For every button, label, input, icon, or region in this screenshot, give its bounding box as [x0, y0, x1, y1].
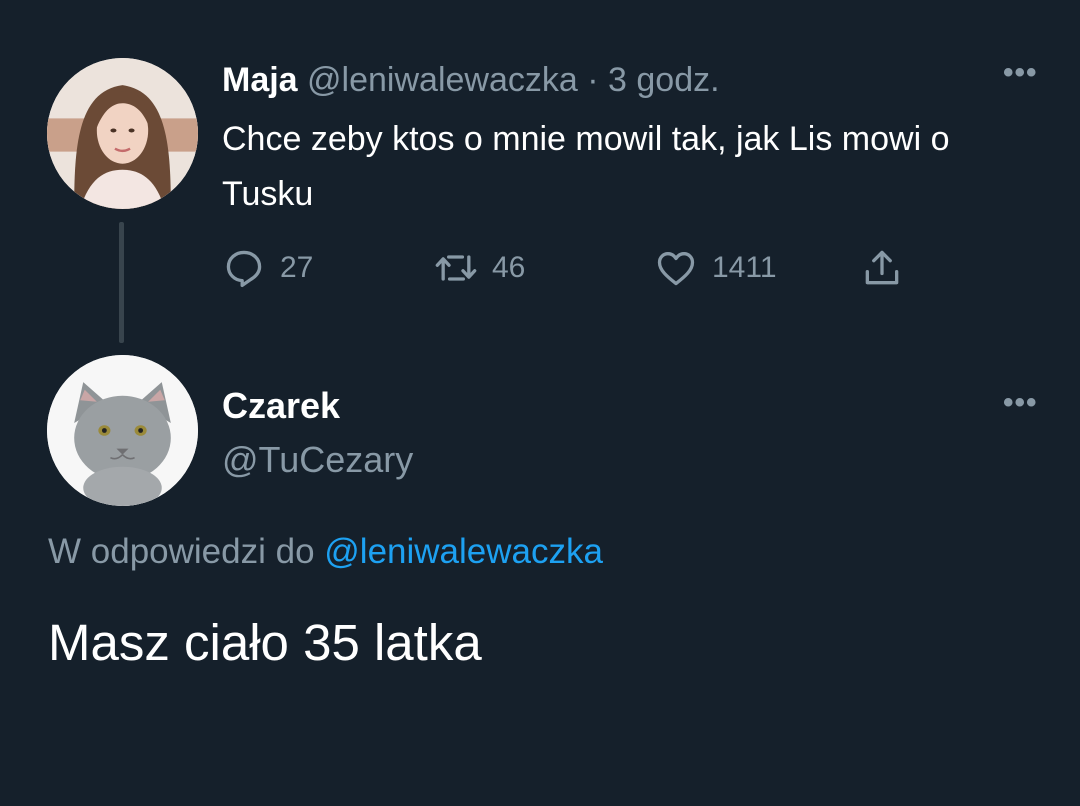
retweet-icon	[435, 255, 477, 281]
reply-count: 27	[280, 251, 314, 284]
tweet1-separator: ·	[577, 61, 609, 99]
tweet2-more-menu-button[interactable]: •••	[1003, 388, 1038, 418]
avatar-maja-image	[47, 58, 198, 209]
avatar-czarek[interactable]	[47, 355, 198, 506]
share-button[interactable]	[860, 240, 904, 296]
share-icon	[865, 250, 899, 285]
reply-to-handle-link[interactable]: @leniwalewaczka	[324, 532, 603, 571]
reply-to-line: W odpowiedzi do @leniwalewaczka	[48, 528, 603, 576]
tweet1-header: Maja @leniwalewaczka · 3 godz.	[222, 56, 720, 104]
tweet1-text: Chce zeby ktos o mnie mowil tak, jak Lis…	[222, 120, 950, 213]
tweet2-author-name[interactable]: Czarek	[222, 383, 340, 429]
thread-connector-line	[119, 222, 124, 343]
tweet2-handle[interactable]: @TuCezary	[222, 437, 413, 483]
avatar-maja[interactable]	[47, 58, 198, 209]
tweet1-handle[interactable]: @leniwalewaczka	[307, 61, 578, 99]
reply-icon	[226, 250, 262, 288]
tweet2-text: Masz ciało 35 latka	[48, 614, 482, 671]
tweet1-more-menu-button[interactable]: •••	[1003, 58, 1038, 88]
avatar-czarek-image	[47, 355, 198, 506]
reply-button[interactable]: 27	[222, 240, 313, 296]
like-button[interactable]: 1411	[654, 240, 777, 296]
retweet-button[interactable]: 46	[434, 240, 525, 296]
like-count: 1411	[712, 251, 777, 284]
tweet1-author-name[interactable]: Maja	[222, 61, 298, 99]
reply-to-prefix: W odpowiedzi do	[48, 532, 325, 571]
heart-icon	[657, 252, 695, 286]
tweet1-handle-text: @leniwalewaczka	[307, 61, 578, 99]
tweet1-time[interactable]: 3 godz.	[608, 61, 720, 99]
retweet-count: 46	[492, 251, 526, 284]
